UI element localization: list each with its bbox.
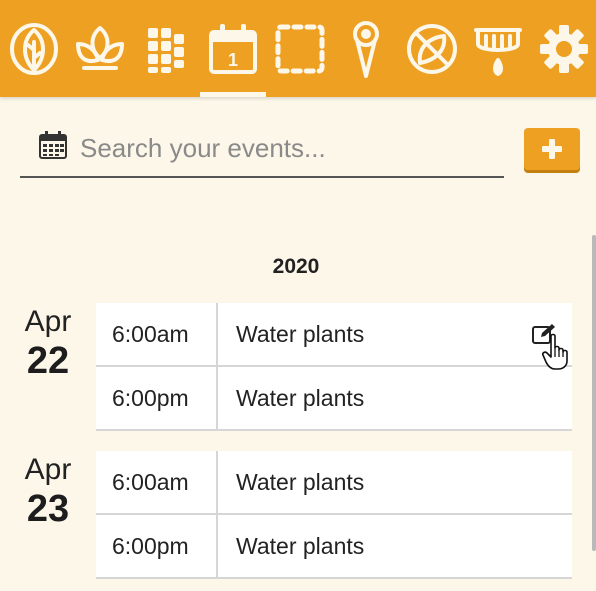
event-name: Water plants — [236, 533, 365, 559]
date-day: 23 — [26, 488, 70, 530]
no-leaf-icon[interactable] — [406, 18, 458, 80]
date-month: Apr — [24, 453, 72, 486]
dashed-square-icon[interactable] — [274, 18, 326, 80]
scrollbar[interactable] — [592, 235, 596, 551]
active-tab-indicator — [200, 92, 266, 97]
date-label: Apr 22 — [0, 305, 96, 383]
event-time: 6:00am — [96, 303, 218, 365]
plants-icon[interactable] — [74, 18, 126, 80]
event-name: Water plants — [236, 385, 365, 411]
top-nav-bar: 1 — [0, 0, 596, 97]
date-label: Apr 23 — [0, 453, 96, 531]
search-input[interactable] — [80, 126, 500, 170]
plus-icon — [542, 139, 562, 159]
event-row[interactable]: 6:00am Water plants — [96, 303, 572, 370]
add-event-button[interactable] — [524, 128, 580, 170]
event-list: 6:00am Water plants 6:00pm Water plants — [96, 303, 572, 431]
probe-icon[interactable] — [340, 18, 392, 80]
event-row[interactable]: 6:00pm Water plants — [96, 515, 572, 579]
hand-cursor-icon — [542, 333, 570, 371]
event-name: Water plants — [236, 469, 365, 495]
calendar-icon[interactable]: 1 — [207, 18, 259, 80]
event-time: 6:00pm — [96, 367, 218, 429]
calendar-icon — [38, 130, 68, 160]
event-time: 6:00pm — [96, 515, 218, 577]
leaf-icon[interactable] — [8, 18, 60, 80]
svg-text:1: 1 — [228, 50, 238, 70]
date-month: Apr — [24, 305, 72, 338]
year-heading: 2020 — [272, 255, 320, 278]
event-row[interactable]: 6:00am Water plants — [96, 451, 572, 515]
event-time: 6:00am — [96, 451, 218, 513]
sprinkler-icon[interactable] — [472, 18, 524, 80]
date-day: 22 — [26, 340, 70, 382]
gear-icon[interactable] — [538, 18, 590, 80]
event-list: 6:00am Water plants 6:00pm Water plants — [96, 451, 572, 579]
event-row[interactable]: 6:00pm Water plants — [96, 367, 572, 431]
event-name: Water plants — [236, 321, 365, 347]
search-bar — [20, 124, 504, 178]
grid-icon[interactable] — [140, 18, 192, 80]
